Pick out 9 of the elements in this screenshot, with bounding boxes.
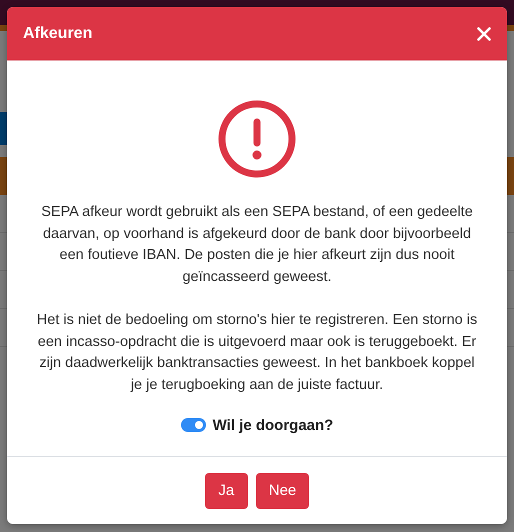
yes-button[interactable]: Ja (204, 472, 248, 509)
message-paragraph: Het is niet de bedoeling om storno's hier te registreren. Een storno is een incasso-opdracht die is uitgevoerd maar ook is teruggeboekt. Er zijn daadwerkelijk banktransacties geweest. In het bankboek koppel je je terugboeking aan de juiste factuur. (36, 310, 478, 395)
message-paragraph: SEPA afkeur wordt gebruikt als een SEPA bestand, of een gedeelte daarvan, op voorhand is afgekeurd door de bank door bijvoorbeeld een foutieve IBAN. De posten die je hier afkeurt zijn dus nooit geïncasseerd geweest. (40, 203, 474, 288)
close-icon[interactable] (477, 26, 491, 40)
confirm-label: Wil je doorgaan? (212, 416, 334, 434)
no-button[interactable]: Nee (256, 472, 310, 509)
warning-icon (218, 100, 296, 178)
dialog-title: Afkeuren (23, 24, 92, 42)
toggle-switch[interactable] (180, 418, 206, 432)
